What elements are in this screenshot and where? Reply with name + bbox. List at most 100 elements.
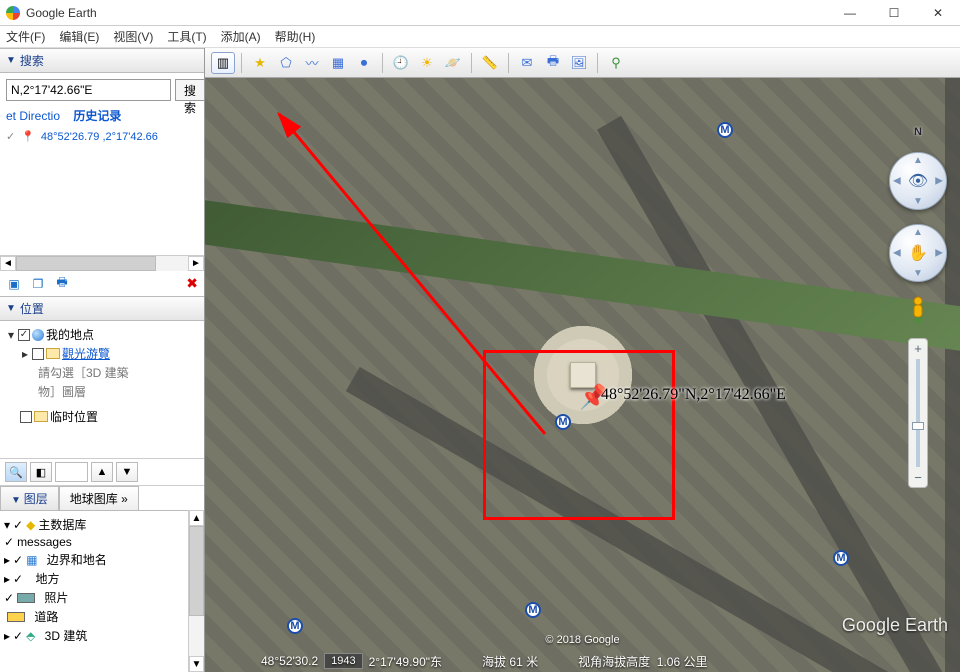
map-viewport[interactable]: M M M M M 📌 48°52'26.79"N,2°17'42.66"E N… [205,78,960,672]
map-toolbar: ▥ ★ ⬠ 〰 ▦ ⏺ 🕘 ☀ 🪐 📏 ✉ 🖶 🖼 ⚲ [205,48,960,78]
close-button[interactable]: ✕ [916,0,960,26]
checkbox[interactable]: ✓ [4,535,14,549]
search-panel-title: 搜索 [20,52,44,69]
search-scrollbar[interactable]: ◄ ► [0,255,204,271]
zoom-in-icon[interactable]: + [914,341,922,356]
get-directions-link[interactable]: et Directio [6,109,60,123]
planet-icon[interactable]: 🪐 [441,52,465,74]
scroll-right-icon[interactable]: ► [188,256,204,271]
add-placemark-icon[interactable]: ★ [248,52,272,74]
search-history-item[interactable]: ✓ 📍 48°52'26.79 ,2°17'42.66 [0,128,204,145]
places-panel-header[interactable]: ▼ 位置 [0,296,204,321]
places-temp[interactable]: 临时位置 [6,407,198,426]
checkbox[interactable] [32,348,44,360]
scroll-thumb[interactable] [189,526,204,616]
places-hint: 物］圖層 [6,382,198,401]
layer-item[interactable]: ▸✓ 地方 [4,569,184,588]
status-coords2: 2°17'49.90"东 [369,653,442,670]
places-view-icon[interactable]: ◧ [30,462,52,482]
history-link[interactable]: 历史记录 [73,109,121,123]
zoom-slider[interactable]: + − [908,338,928,488]
search-links: et Directio 历史记录 [0,107,204,128]
sunlight-icon[interactable]: ☀ [415,52,439,74]
record-tour-icon[interactable]: ⏺ [352,52,376,74]
menu-view[interactable]: 视图(V) [113,28,153,45]
places-up-icon[interactable]: ▲ [91,462,113,482]
checkbox[interactable]: ✓ [13,518,23,532]
save-search-icon[interactable]: ▣ [6,276,22,292]
scroll-track[interactable] [16,256,188,271]
app-logo-icon [6,6,20,20]
history-imagery-icon[interactable]: 🕘 [389,52,413,74]
scroll-left-icon[interactable]: ◄ [0,256,16,271]
pegman-icon[interactable] [909,296,927,324]
pin-icon: 📍 [21,130,35,143]
menu-add[interactable]: 添加(A) [221,28,261,45]
zoom-track[interactable] [916,359,920,467]
look-wheel[interactable]: 👁 ▲▼▶◀ [889,152,947,210]
checkbox[interactable]: ✓ [13,572,23,586]
scroll-thumb[interactable] [16,256,156,271]
status-coords: 48°52'30.2 [261,654,318,668]
search-panel-header[interactable]: ▼ 搜索 [0,48,204,73]
metro-icon[interactable]: M [525,602,541,618]
zoom-out-icon[interactable]: − [914,470,922,485]
add-path-icon[interactable]: 〰 [300,52,324,74]
scroll-track[interactable] [189,526,204,656]
print-search-icon[interactable]: 🖶 [54,276,70,292]
main-area: ▼ 搜索 搜索 et Directio 历史记录 ✓ 📍 48°52'26.79… [0,48,960,672]
maximize-button[interactable]: ☐ [872,0,916,26]
layers-tabs: ▼ 图层 地球图库 » [0,486,204,510]
checkbox[interactable] [20,411,32,423]
search-input[interactable] [6,79,171,101]
my-places-label: 我的地点 [46,326,94,343]
tab-gallery[interactable]: 地球图库 » [59,486,139,510]
minimize-button[interactable]: — [828,0,872,26]
places-slider[interactable] [55,462,88,482]
metro-icon[interactable]: M [717,122,733,138]
layer-item[interactable]: ▸✓⬘ 3D 建筑 [4,626,184,645]
layer-item[interactable]: ▸✓▦ 边界和地名 [4,550,184,569]
layer-item[interactable]: 道路 [4,607,184,626]
layer-item[interactable]: ✓messages [4,534,184,550]
checkbox[interactable]: ✓ [13,629,23,643]
print-icon[interactable]: 🖶 [541,52,565,74]
toggle-sidebar-icon[interactable]: ▥ [211,52,235,74]
save-image-icon[interactable]: 🖼 [567,52,591,74]
tab-layers[interactable]: ▼ 图层 [0,486,59,510]
add-polygon-icon[interactable]: ⬠ [274,52,298,74]
imagery-date-chip[interactable]: 1943 [324,653,362,669]
elev-label: 海拔 [482,653,506,670]
checkbox[interactable]: ✓ [13,553,23,567]
add-image-overlay-icon[interactable]: ▦ [326,52,350,74]
ruler-icon[interactable]: 📏 [478,52,502,74]
move-wheel[interactable]: ✋ ▲▼▶◀ [889,224,947,282]
expand-icon[interactable]: ▾ [6,328,16,342]
menu-file[interactable]: 文件(F) [6,28,45,45]
expand-icon[interactable]: ▾ [4,518,10,532]
places-search-icon[interactable]: 🔍 [5,462,27,482]
layer-primary-db[interactable]: ▾ ✓ ◆ 主数据库 [4,515,184,534]
copy-search-icon[interactable]: ❐ [30,276,46,292]
places-my-places[interactable]: ▾ ✓ 我的地点 [6,325,198,344]
search-button[interactable]: 搜索 [175,79,205,101]
expand-icon[interactable]: ▸ [20,347,30,361]
scroll-down-icon[interactable]: ▼ [189,656,204,672]
places-down-icon[interactable]: ▼ [116,462,138,482]
layer-item[interactable]: ✓ 照片 [4,588,184,607]
view-in-maps-icon[interactable]: ⚲ [604,52,628,74]
menu-tools[interactable]: 工具(T) [167,28,206,45]
places-sightseeing[interactable]: ▸ 觀光游覽 [6,344,198,363]
email-icon[interactable]: ✉ [515,52,539,74]
zoom-thumb[interactable] [912,422,924,430]
checkbox[interactable]: ✓ [4,591,14,605]
checkbox[interactable]: ✓ [18,329,30,341]
menu-edit[interactable]: 编辑(E) [59,28,99,45]
menu-help[interactable]: 帮助(H) [275,28,316,45]
places-hint: 請勾選［3D 建築 [6,363,198,382]
metro-icon[interactable]: M [833,550,849,566]
metro-icon[interactable]: M [287,618,303,634]
scroll-up-icon[interactable]: ▲ [189,510,204,526]
clear-search-icon[interactable]: ✖ [186,275,198,292]
layers-scrollbar[interactable]: ▲ ▼ [188,510,204,672]
